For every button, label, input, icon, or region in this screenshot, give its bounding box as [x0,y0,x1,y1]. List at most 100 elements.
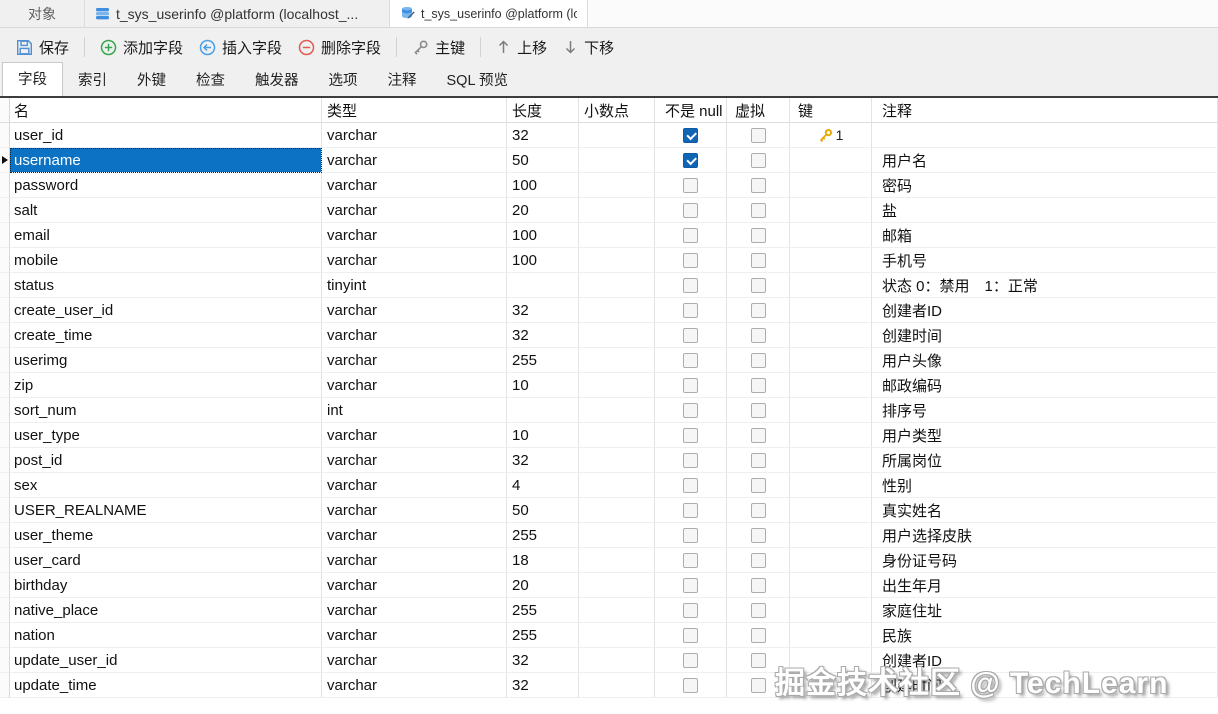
field-length-cell[interactable]: 32 [507,123,579,148]
field-decimals-cell[interactable] [579,273,655,298]
field-length-cell[interactable]: 100 [507,223,579,248]
virtual-checkbox[interactable] [750,677,766,693]
field-decimals-cell[interactable] [579,673,655,698]
virtual-checkbox[interactable] [750,177,766,193]
field-name-cell[interactable]: sex [10,473,322,498]
virtual-checkbox[interactable] [750,652,766,668]
key-cell[interactable] [790,248,872,273]
not-null-checkbox[interactable] [683,627,698,643]
virtual-checkbox[interactable] [750,252,766,268]
move-up-button[interactable]: 上移 [488,33,555,62]
field-name-cell[interactable]: USER_REALNAME [10,498,322,523]
row-selector[interactable] [0,248,10,273]
field-name-cell[interactable]: create_time [10,323,322,348]
virtual-checkbox[interactable] [750,327,766,343]
field-length-cell[interactable]: 32 [507,323,579,348]
field-length-cell[interactable] [507,398,579,423]
virtual-checkbox[interactable] [750,127,766,143]
field-name-cell[interactable]: username [10,148,322,173]
key-cell[interactable] [790,648,872,673]
key-cell[interactable] [790,148,872,173]
delete-field-button[interactable]: 删除字段 [290,33,389,62]
field-length-cell[interactable]: 255 [507,348,579,373]
field-comment-cell[interactable]: 状态 0：禁用 1：正常 [872,273,1218,298]
field-comment-cell[interactable]: 排序号 [872,398,1218,423]
field-comment-cell[interactable]: 盐 [872,198,1218,223]
field-comment-cell[interactable]: 手机号 [872,248,1218,273]
not-null-checkbox[interactable] [683,302,698,318]
row-selector[interactable] [0,148,10,173]
field-type-cell[interactable]: varchar [322,223,507,248]
field-type-cell[interactable]: varchar [322,173,507,198]
field-name-cell[interactable]: update_user_id [10,648,322,673]
field-decimals-cell[interactable] [579,173,655,198]
field-length-cell[interactable]: 18 [507,548,579,573]
tab-design-table[interactable]: t_sys_userinfo @platform (localhost_... [390,0,588,27]
not-null-checkbox[interactable] [683,677,698,693]
not-null-checkbox[interactable] [683,177,698,193]
tab-indexes[interactable]: 索引 [63,64,122,96]
save-button[interactable]: 保存 [8,33,77,62]
key-cell[interactable] [790,273,872,298]
key-cell[interactable] [790,498,872,523]
field-decimals-cell[interactable] [579,623,655,648]
field-type-cell[interactable]: varchar [322,323,507,348]
field-comment-cell[interactable] [872,123,1218,148]
key-cell[interactable] [790,198,872,223]
field-length-cell[interactable]: 255 [507,623,579,648]
field-length-cell[interactable]: 32 [507,448,579,473]
key-cell[interactable] [790,573,872,598]
row-selector[interactable] [0,298,10,323]
not-null-checkbox[interactable] [683,277,698,293]
field-decimals-cell[interactable] [579,323,655,348]
key-cell[interactable] [790,448,872,473]
key-cell[interactable] [790,298,872,323]
key-cell[interactable] [790,223,872,248]
key-cell[interactable] [790,173,872,198]
key-cell[interactable]: 1 [790,123,872,148]
virtual-checkbox[interactable] [750,577,766,593]
field-type-cell[interactable]: varchar [322,623,507,648]
not-null-checkbox[interactable] [683,527,698,543]
field-length-cell[interactable]: 10 [507,373,579,398]
not-null-checkbox[interactable] [683,452,698,468]
not-null-checkbox[interactable] [683,427,698,443]
field-decimals-cell[interactable] [579,223,655,248]
field-decimals-cell[interactable] [579,373,655,398]
key-cell[interactable] [790,548,872,573]
row-selector[interactable] [0,648,10,673]
field-decimals-cell[interactable] [579,523,655,548]
key-cell[interactable] [790,598,872,623]
row-selector[interactable] [0,173,10,198]
row-selector[interactable] [0,273,10,298]
virtual-checkbox[interactable] [750,477,766,493]
field-type-cell[interactable]: varchar [322,198,507,223]
field-decimals-cell[interactable] [579,548,655,573]
row-selector[interactable] [0,348,10,373]
field-comment-cell[interactable]: 创建时间 [872,323,1218,348]
field-type-cell[interactable]: varchar [322,298,507,323]
field-comment-cell[interactable]: 性别 [872,473,1218,498]
virtual-checkbox[interactable] [750,402,766,418]
field-type-cell[interactable]: varchar [322,473,507,498]
virtual-checkbox[interactable] [750,602,766,618]
field-length-cell[interactable]: 32 [507,298,579,323]
field-length-cell[interactable]: 20 [507,573,579,598]
field-length-cell[interactable]: 50 [507,498,579,523]
field-comment-cell[interactable]: 邮政编码 [872,373,1218,398]
row-selector[interactable] [0,323,10,348]
row-selector[interactable] [0,623,10,648]
row-selector[interactable] [0,598,10,623]
move-down-button[interactable]: 下移 [555,33,622,62]
field-name-cell[interactable]: update_time [10,673,322,698]
field-comment-cell[interactable]: 所属岗位 [872,448,1218,473]
not-null-checkbox[interactable] [683,352,698,368]
field-comment-cell[interactable]: 家庭住址 [872,598,1218,623]
field-decimals-cell[interactable] [579,423,655,448]
field-length-cell[interactable]: 32 [507,648,579,673]
not-null-checkbox[interactable] [683,377,698,393]
field-name-cell[interactable]: status [10,273,322,298]
field-comment-cell[interactable]: 邮箱 [872,223,1218,248]
not-null-checkbox[interactable] [683,327,698,343]
row-selector[interactable] [0,223,10,248]
